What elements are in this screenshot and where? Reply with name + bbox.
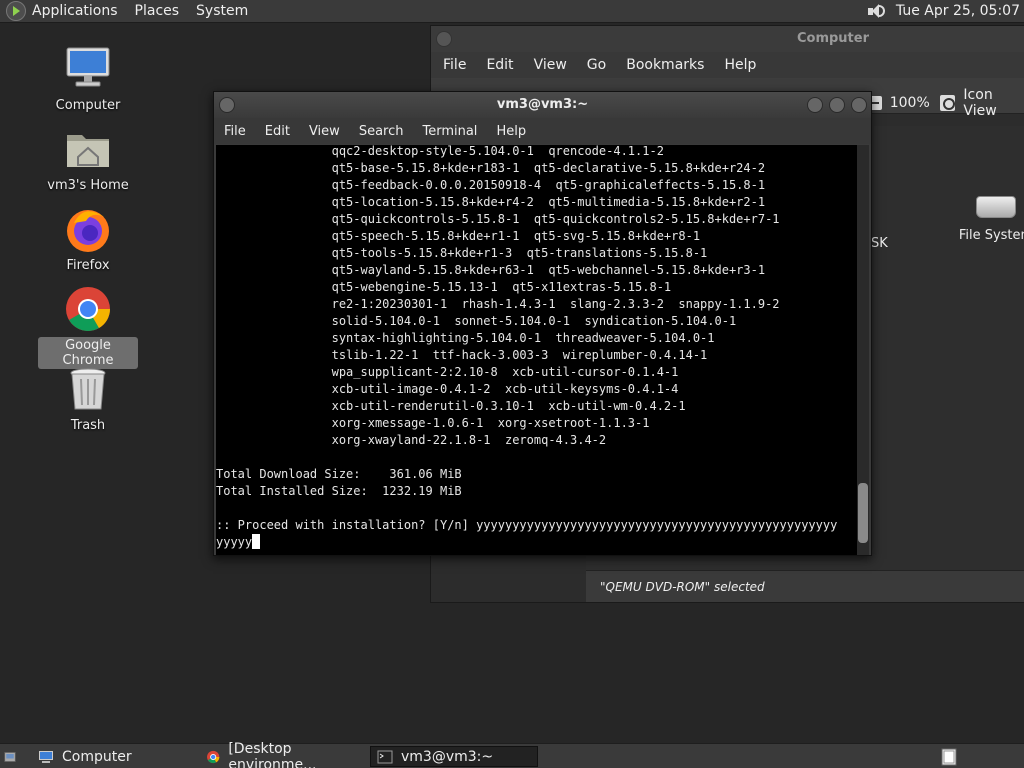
fm-menu-view[interactable]: View: [534, 57, 567, 73]
fm-menu-go[interactable]: Go: [587, 57, 606, 73]
minimize-button[interactable]: [807, 97, 823, 113]
terminal-output: qqc2-desktop-style-5.104.0-1 qrencode-4.…: [216, 145, 838, 549]
taskbar-item-chrome[interactable]: [Desktop environme...: [200, 741, 368, 768]
filesystem-label: File System: [958, 228, 1024, 243]
computer-icon: [39, 750, 53, 763]
term-menu-search[interactable]: Search: [359, 124, 404, 139]
drive-icon: [976, 196, 1016, 218]
terminal-screen[interactable]: qqc2-desktop-style-5.104.0-1 qrencode-4.…: [216, 145, 857, 555]
desktop-icon-label: Trash: [70, 418, 106, 433]
terminal-scrollbar[interactable]: [857, 145, 869, 555]
fm-menu-file[interactable]: File: [443, 57, 466, 73]
bottom-panel: Computer [Desktop environme... vm3@vm3:~: [0, 741, 1024, 768]
desktop-icon-chrome[interactable]: Google Chrome: [38, 285, 138, 369]
workspace-icon: [941, 748, 957, 765]
firefox-icon: [64, 205, 112, 253]
terminal-cursor: [252, 534, 261, 549]
taskbar-label: vm3@vm3:~: [401, 748, 494, 765]
term-menu-view[interactable]: View: [309, 124, 340, 139]
terminal-window: vm3@vm3:~ File Edit View Search Terminal…: [213, 91, 872, 556]
zoom-level: 100%: [889, 95, 930, 111]
desktop-icon-firefox[interactable]: Firefox: [38, 205, 138, 274]
file-manager-menubar: File Edit View Go Bookmarks Help: [431, 52, 1024, 78]
file-manager-title: Computer: [796, 31, 869, 46]
distro-logo-icon[interactable]: [6, 1, 26, 21]
terminal-menubar: File Edit View Search Terminal Help: [214, 118, 871, 144]
taskbar-item-computer[interactable]: Computer: [32, 746, 197, 767]
computer-icon: [64, 45, 112, 93]
term-menu-terminal[interactable]: Terminal: [422, 124, 477, 139]
file-manager-titlebar[interactable]: Computer: [431, 26, 1024, 52]
volume-icon[interactable]: [866, 2, 886, 20]
menu-system[interactable]: System: [196, 3, 248, 19]
terminal-icon: [377, 750, 393, 763]
show-desktop-button[interactable]: [4, 746, 24, 767]
terminal-titlebar[interactable]: vm3@vm3:~: [214, 92, 871, 118]
workspace-switcher[interactable]: [938, 746, 960, 767]
desktop-icon-home[interactable]: vm3's Home: [38, 125, 138, 194]
term-menu-help[interactable]: Help: [496, 124, 526, 139]
taskbar-label: Computer: [62, 748, 132, 765]
term-menu-file[interactable]: File: [224, 124, 246, 139]
chrome-icon: [64, 285, 112, 333]
term-menu-edit[interactable]: Edit: [265, 124, 290, 139]
desktop-icon-label: Firefox: [66, 258, 110, 273]
top-panel: Applications Places System Tue Apr 25, 0…: [0, 0, 1024, 23]
trash-icon: [64, 365, 112, 413]
fm-menu-help[interactable]: Help: [724, 57, 756, 73]
disk-item-label[interactable]: SK: [871, 236, 888, 251]
filesystem-item[interactable]: File System: [956, 196, 1024, 243]
home-folder-icon: [64, 125, 112, 173]
status-text: "QEMU DVD-ROM" selected: [600, 580, 765, 594]
window-menu-button[interactable]: [436, 31, 452, 47]
desktop-icon-label: Computer: [55, 98, 121, 113]
fm-menu-bookmarks[interactable]: Bookmarks: [626, 57, 704, 73]
maximize-button[interactable]: [829, 97, 845, 113]
taskbar-label: [Desktop environme...: [228, 740, 317, 768]
menu-applications[interactable]: Applications: [32, 3, 118, 19]
chrome-icon: [207, 750, 220, 763]
clock[interactable]: Tue Apr 25, 05:07: [896, 3, 1020, 19]
view-mode-select[interactable]: Icon View: [963, 87, 1024, 119]
scrollbar-thumb[interactable]: [858, 483, 868, 543]
show-desktop-icon: [4, 751, 16, 762]
fm-menu-edit[interactable]: Edit: [486, 57, 513, 73]
zoom-in-icon[interactable]: [939, 95, 956, 111]
desktop-icon-label: vm3's Home: [47, 178, 129, 193]
close-button[interactable]: [851, 97, 867, 113]
menu-places[interactable]: Places: [135, 3, 180, 19]
terminal-title: vm3@vm3:~: [496, 97, 589, 112]
taskbar-item-terminal[interactable]: vm3@vm3:~: [370, 746, 538, 767]
desktop-icon-computer[interactable]: Computer: [38, 45, 138, 114]
desktop-icon-trash[interactable]: Trash: [38, 365, 138, 434]
file-manager-statusbar: "QEMU DVD-ROM" selected: [586, 570, 1024, 602]
